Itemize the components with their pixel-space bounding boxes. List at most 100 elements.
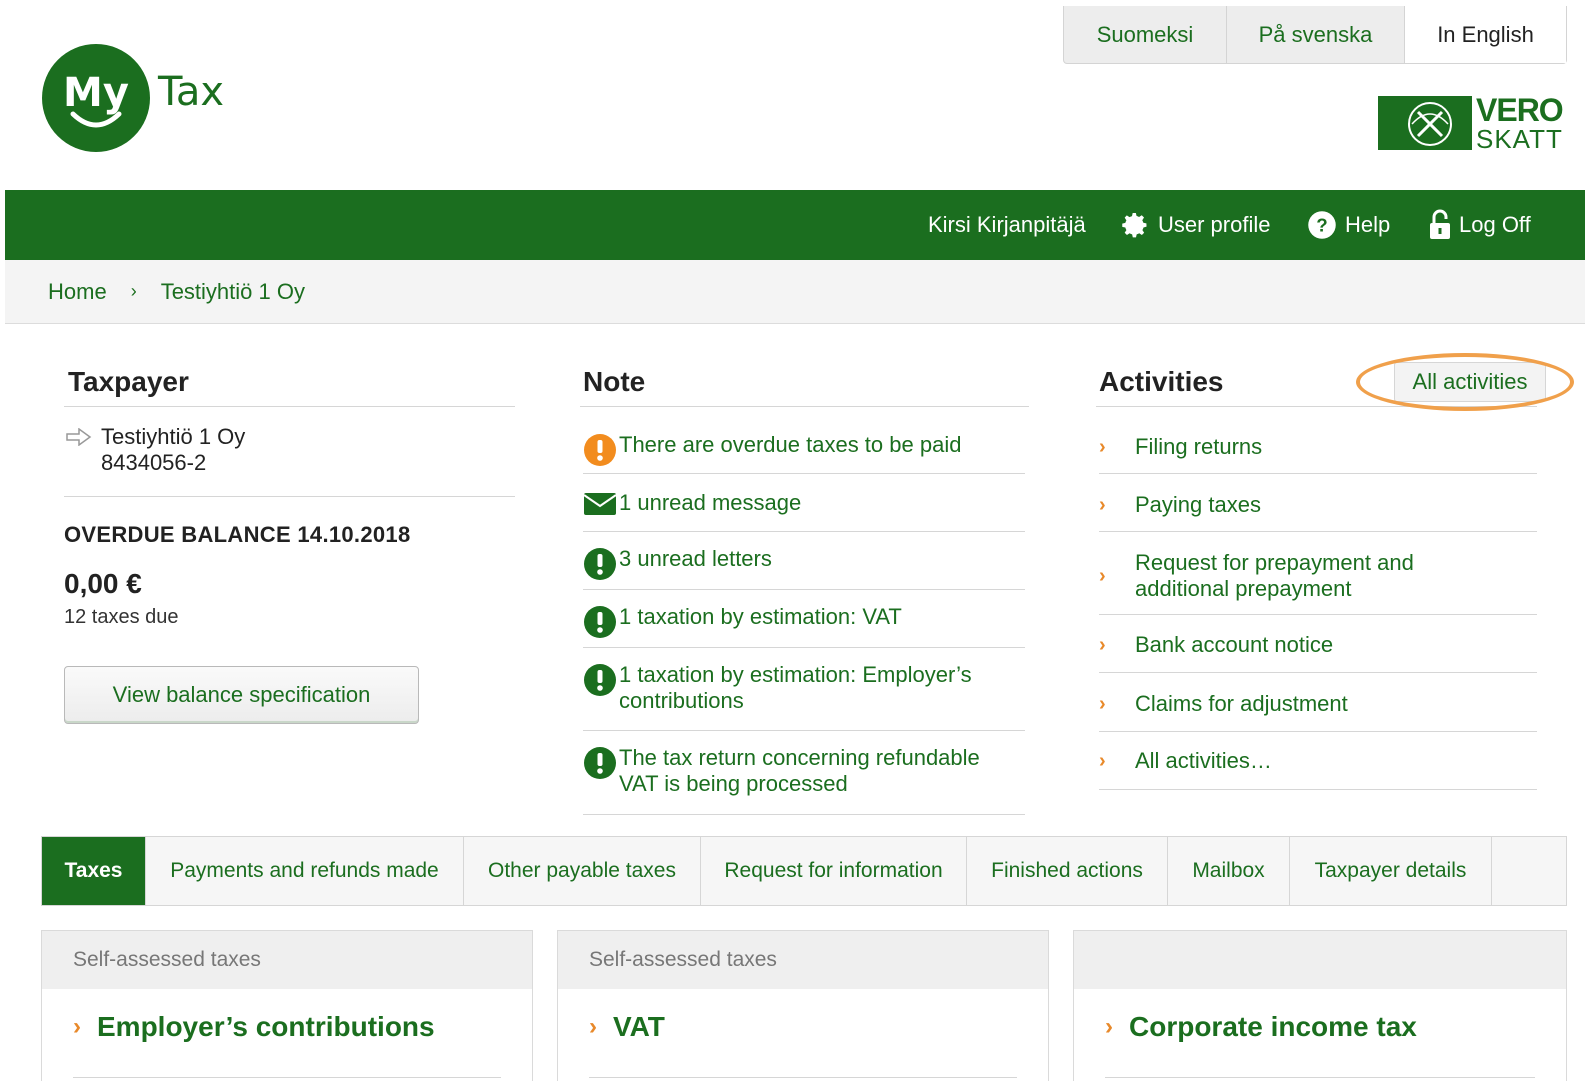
activity-label: All activities… bbox=[1135, 748, 1272, 773]
skatt-text: SKATT bbox=[1476, 124, 1563, 154]
chevron-right-icon: › bbox=[1099, 692, 1106, 715]
activity-all[interactable]: › All activities… bbox=[1099, 748, 1537, 774]
card-link[interactable]: › Corporate income tax bbox=[1074, 989, 1566, 1043]
vero-emblem-icon bbox=[1378, 96, 1472, 150]
taxpayer-title: Taxpayer bbox=[68, 366, 189, 397]
exclamation-green-icon bbox=[584, 548, 616, 580]
activity-prepayment[interactable]: › Request for prepayment and additional … bbox=[1099, 550, 1537, 602]
breadcrumb-current[interactable]: Testiyhtiö 1 Oy bbox=[161, 279, 305, 305]
log-off-label: Log Off bbox=[1459, 212, 1531, 237]
chevron-right-icon: › bbox=[1099, 493, 1106, 516]
user-profile-link[interactable]: User profile bbox=[1118, 190, 1270, 260]
chevron-right-icon: › bbox=[1099, 564, 1106, 587]
lang-finnish[interactable]: Suomeksi bbox=[1064, 6, 1227, 63]
note-text: 1 unread message bbox=[619, 490, 802, 515]
chevron-right-icon: › bbox=[1105, 1013, 1113, 1040]
tab-payments-refunds[interactable]: Payments and refunds made bbox=[146, 837, 464, 905]
taxpayer-info: Testiyhtiö 1 Oy 8434056-2 bbox=[101, 424, 245, 476]
lang-swedish[interactable]: På svenska bbox=[1227, 6, 1405, 63]
arrow-right-icon bbox=[66, 428, 92, 446]
tab-taxes[interactable]: Taxes bbox=[42, 837, 146, 905]
user-name: Kirsi Kirjanpitäjä bbox=[928, 212, 1086, 237]
chevron-right-icon: › bbox=[589, 1013, 597, 1040]
card-header bbox=[1074, 931, 1566, 989]
card-header: Self-assessed taxes bbox=[42, 931, 532, 989]
card-title: VAT bbox=[613, 1011, 665, 1042]
svg-text:?: ? bbox=[1316, 214, 1327, 235]
divider bbox=[1099, 789, 1537, 790]
card-link[interactable]: › VAT bbox=[558, 989, 1048, 1043]
exclamation-green-icon bbox=[584, 664, 616, 696]
exclamation-green-icon bbox=[584, 747, 616, 779]
chevron-right-icon: › bbox=[1099, 633, 1106, 656]
divider bbox=[1105, 1077, 1535, 1078]
divider bbox=[583, 730, 1025, 731]
tab-request-info[interactable]: Request for information bbox=[701, 837, 967, 905]
note-text: There are overdue taxes to be paid bbox=[619, 432, 962, 457]
mytax-logo[interactable]: My Tax bbox=[42, 44, 224, 152]
divider bbox=[1099, 672, 1537, 673]
taxes-due-count: 12 taxes due bbox=[64, 606, 179, 628]
envelope-icon bbox=[583, 493, 617, 515]
card-employer-contributions: Self-assessed taxes › Employer’s contrib… bbox=[41, 930, 533, 1081]
all-activities-button[interactable]: All activities bbox=[1394, 362, 1546, 402]
help-label: Help bbox=[1345, 212, 1391, 237]
divider bbox=[583, 647, 1025, 648]
activity-label: Filing returns bbox=[1135, 434, 1263, 459]
main-tabs: Taxes Payments and refunds made Other pa… bbox=[41, 836, 1567, 906]
vero-text: VERO bbox=[1476, 92, 1564, 128]
divider bbox=[1099, 473, 1537, 474]
card-header: Self-assessed taxes bbox=[558, 931, 1048, 989]
view-balance-button[interactable]: View balance specification bbox=[64, 666, 419, 724]
logo-tax-text: Tax bbox=[158, 69, 224, 115]
activity-claims[interactable]: › Claims for adjustment bbox=[1099, 691, 1537, 717]
exclamation-green-icon bbox=[584, 606, 616, 638]
note-overdue-taxes[interactable]: There are overdue taxes to be paid bbox=[583, 432, 1025, 467]
note-title: Note bbox=[583, 366, 646, 397]
lang-english[interactable]: In English bbox=[1405, 6, 1566, 63]
tab-finished-actions[interactable]: Finished actions bbox=[967, 837, 1168, 905]
activity-filing-returns[interactable]: › Filing returns bbox=[1099, 434, 1537, 460]
note-refundable-vat[interactable]: The tax return concerning refundable VAT… bbox=[583, 745, 1025, 797]
note-estimation-employer[interactable]: 1 taxation by estimation: Employer’s con… bbox=[583, 662, 1025, 714]
language-selector: Suomeksi På svenska In English bbox=[1063, 6, 1567, 64]
divider bbox=[64, 496, 515, 497]
activity-bank-account[interactable]: › Bank account notice bbox=[1099, 632, 1537, 658]
log-off-link[interactable]: Log Off bbox=[1429, 190, 1531, 260]
tab-taxpayer-details[interactable]: Taxpayer details bbox=[1290, 837, 1492, 905]
chevron-right-icon: › bbox=[73, 1013, 81, 1040]
taxpayer-name: Testiyhtiö 1 Oy bbox=[101, 424, 246, 449]
overdue-amount: 0,00 € bbox=[64, 568, 142, 599]
logo-circle: My bbox=[42, 44, 150, 152]
card-link[interactable]: › Employer’s contributions bbox=[42, 989, 532, 1043]
note-text: 1 taxation by estimation: VAT bbox=[619, 604, 902, 629]
note-estimation-vat[interactable]: 1 taxation by estimation: VAT bbox=[583, 604, 1025, 639]
divider bbox=[589, 1077, 1017, 1078]
divider bbox=[583, 589, 1025, 590]
note-text: 1 taxation by estimation: Employer’s con… bbox=[619, 662, 972, 713]
overdue-balance-title: OVERDUE BALANCE 14.10.2018 bbox=[64, 522, 411, 547]
vero-skatt-logo: VERO SKATT bbox=[1378, 94, 1564, 152]
tab-mailbox[interactable]: Mailbox bbox=[1168, 837, 1290, 905]
card-title: Employer’s contributions bbox=[97, 1011, 435, 1042]
activity-label: Paying taxes bbox=[1135, 492, 1261, 517]
divider bbox=[580, 406, 1029, 407]
tab-other-payable[interactable]: Other payable taxes bbox=[464, 837, 701, 905]
activity-label: Request for prepayment and additional pr… bbox=[1135, 550, 1414, 601]
help-link[interactable]: ? Help bbox=[1307, 190, 1390, 260]
breadcrumb: Home › Testiyhtiö 1 Oy bbox=[5, 260, 1585, 324]
activities-title: Activities bbox=[1099, 366, 1224, 397]
card-title: Corporate income tax bbox=[1129, 1011, 1417, 1042]
chevron-right-icon: › bbox=[1099, 435, 1106, 458]
user-profile-label: User profile bbox=[1158, 212, 1271, 237]
taxpayer-id: 8434056-2 bbox=[101, 450, 207, 475]
breadcrumb-home[interactable]: Home bbox=[48, 279, 107, 305]
chevron-right-icon: › bbox=[1099, 749, 1106, 772]
card-corporate-income-tax: › Corporate income tax bbox=[1073, 930, 1567, 1081]
note-text: 3 unread letters bbox=[619, 546, 772, 571]
activity-paying-taxes[interactable]: › Paying taxes bbox=[1099, 492, 1537, 518]
note-unread-message[interactable]: 1 unread message bbox=[583, 490, 1025, 517]
card-vat: Self-assessed taxes › VAT bbox=[557, 930, 1049, 1081]
note-unread-letters[interactable]: 3 unread letters bbox=[583, 546, 1025, 581]
warning-orange-icon bbox=[584, 434, 616, 466]
